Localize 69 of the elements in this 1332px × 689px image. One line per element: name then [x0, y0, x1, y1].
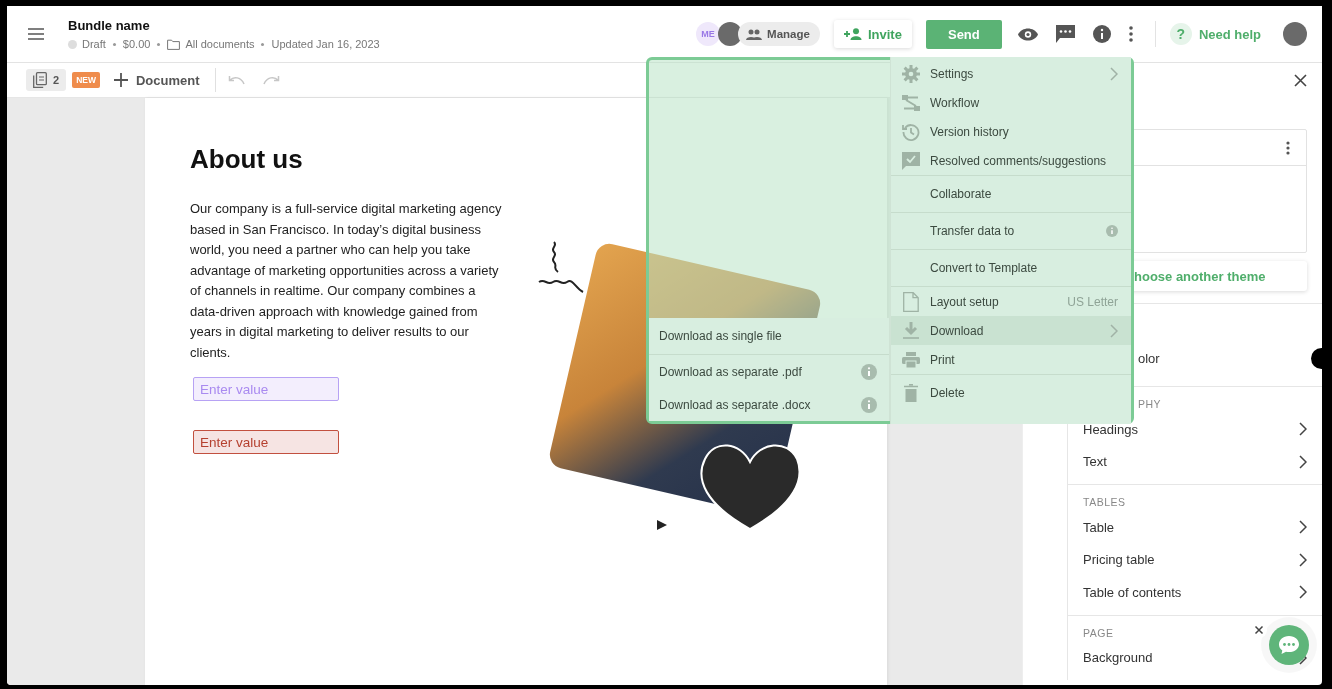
more-icon[interactable]	[1128, 26, 1133, 42]
pages-icon	[33, 72, 47, 88]
section-heading: PAGE	[1083, 625, 1114, 641]
info-icon[interactable]	[1092, 25, 1111, 43]
panel-item[interactable]: Pricing table	[1083, 543, 1322, 576]
chevron-right-icon	[1299, 454, 1307, 469]
panel-item[interactable]: Text	[1083, 445, 1322, 478]
history-icon	[902, 122, 920, 141]
submenu-item[interactable]: Download as single file	[649, 318, 889, 354]
page-heading: About us	[190, 144, 303, 175]
panel-item[interactable]: Table	[1083, 511, 1322, 544]
menu-item[interactable]: Workflow	[891, 88, 1131, 117]
submenu-item[interactable]: Download as separate .pdf	[649, 355, 889, 388]
chevron-right-icon	[1299, 520, 1307, 535]
gear-icon	[902, 64, 920, 83]
input-field[interactable]: Enter value	[193, 430, 339, 454]
close-icon[interactable]	[1294, 73, 1307, 87]
avatar-placeholder[interactable]	[1283, 22, 1307, 46]
menu-item[interactable]: Collaborate	[891, 176, 1131, 212]
price-label: $0.00	[122, 38, 151, 50]
chevron-right-icon	[1299, 585, 1307, 600]
chat-bubble-icon	[1278, 635, 1300, 655]
comment-icon[interactable]	[1055, 25, 1075, 43]
bundle-title: Bundle name	[68, 18, 151, 33]
menu-item[interactable]: Version history	[891, 117, 1131, 146]
eye-icon[interactable]	[1017, 27, 1038, 41]
plus-icon	[113, 73, 128, 87]
separator-dot	[157, 42, 161, 46]
body-paragraph: Our company is a full-service digital marketing agency based in San Francisco. In today’s digital business world, you need a partner who can help you take advantage of marketing opportunities across a variety of channels in realtime. Our company combines a data-driven approach with knowledge gained from years in digital marketing to deliver results to our clients.	[190, 200, 502, 362]
menu-icon[interactable]	[28, 28, 44, 40]
cursor-icon	[657, 520, 667, 530]
menu-item[interactable]: Print	[891, 345, 1131, 374]
menu-item[interactable]: Delete	[891, 375, 1131, 411]
people-icon	[746, 28, 763, 40]
separator-dot	[261, 42, 265, 46]
menu-item[interactable]: Download	[891, 316, 1131, 345]
menu-item[interactable]: Convert to Template	[891, 250, 1131, 286]
menu-item[interactable]: Transfer data to	[891, 213, 1131, 249]
separator-dot	[112, 42, 116, 46]
chevron-right-icon	[1110, 66, 1118, 81]
chevron-right-icon	[1299, 422, 1307, 437]
add-document-button[interactable]: Document	[113, 72, 200, 88]
download-icon	[902, 322, 920, 339]
input-field[interactable]: Enter value	[193, 377, 339, 401]
panel-item[interactable]: Headings	[1083, 413, 1322, 446]
menu-item[interactable]: Resolved comments/suggestions	[891, 146, 1131, 175]
folder-icon	[167, 38, 181, 50]
status-label: Draft	[82, 38, 106, 50]
file-icon	[902, 291, 920, 312]
updated-label: Updated Jan 16, 2023	[271, 38, 380, 50]
section-heading: PHY	[1137, 397, 1162, 412]
resolved-icon	[902, 151, 920, 170]
chevron-right-icon	[1110, 323, 1118, 338]
more-icon[interactable]	[1286, 140, 1290, 155]
submenu-item[interactable]: Download as separate .docx	[649, 388, 889, 421]
section-heading: TABLES	[1083, 495, 1126, 510]
panel-item[interactable]: Table of contents	[1083, 576, 1322, 609]
trash-icon	[902, 384, 920, 402]
manage-button[interactable]: Manage	[738, 22, 820, 46]
add-person-icon	[843, 28, 862, 40]
chevron-right-icon	[1299, 552, 1307, 567]
status-dot	[68, 39, 77, 49]
menu-item[interactable]: Settings	[891, 59, 1131, 88]
color-label: olor	[1137, 350, 1160, 366]
folder-link[interactable]: All documents	[185, 38, 255, 50]
new-badge: NEW	[72, 72, 100, 88]
print-icon	[902, 351, 920, 368]
flow-icon	[902, 94, 920, 111]
pages-button[interactable]: 2	[26, 69, 67, 91]
